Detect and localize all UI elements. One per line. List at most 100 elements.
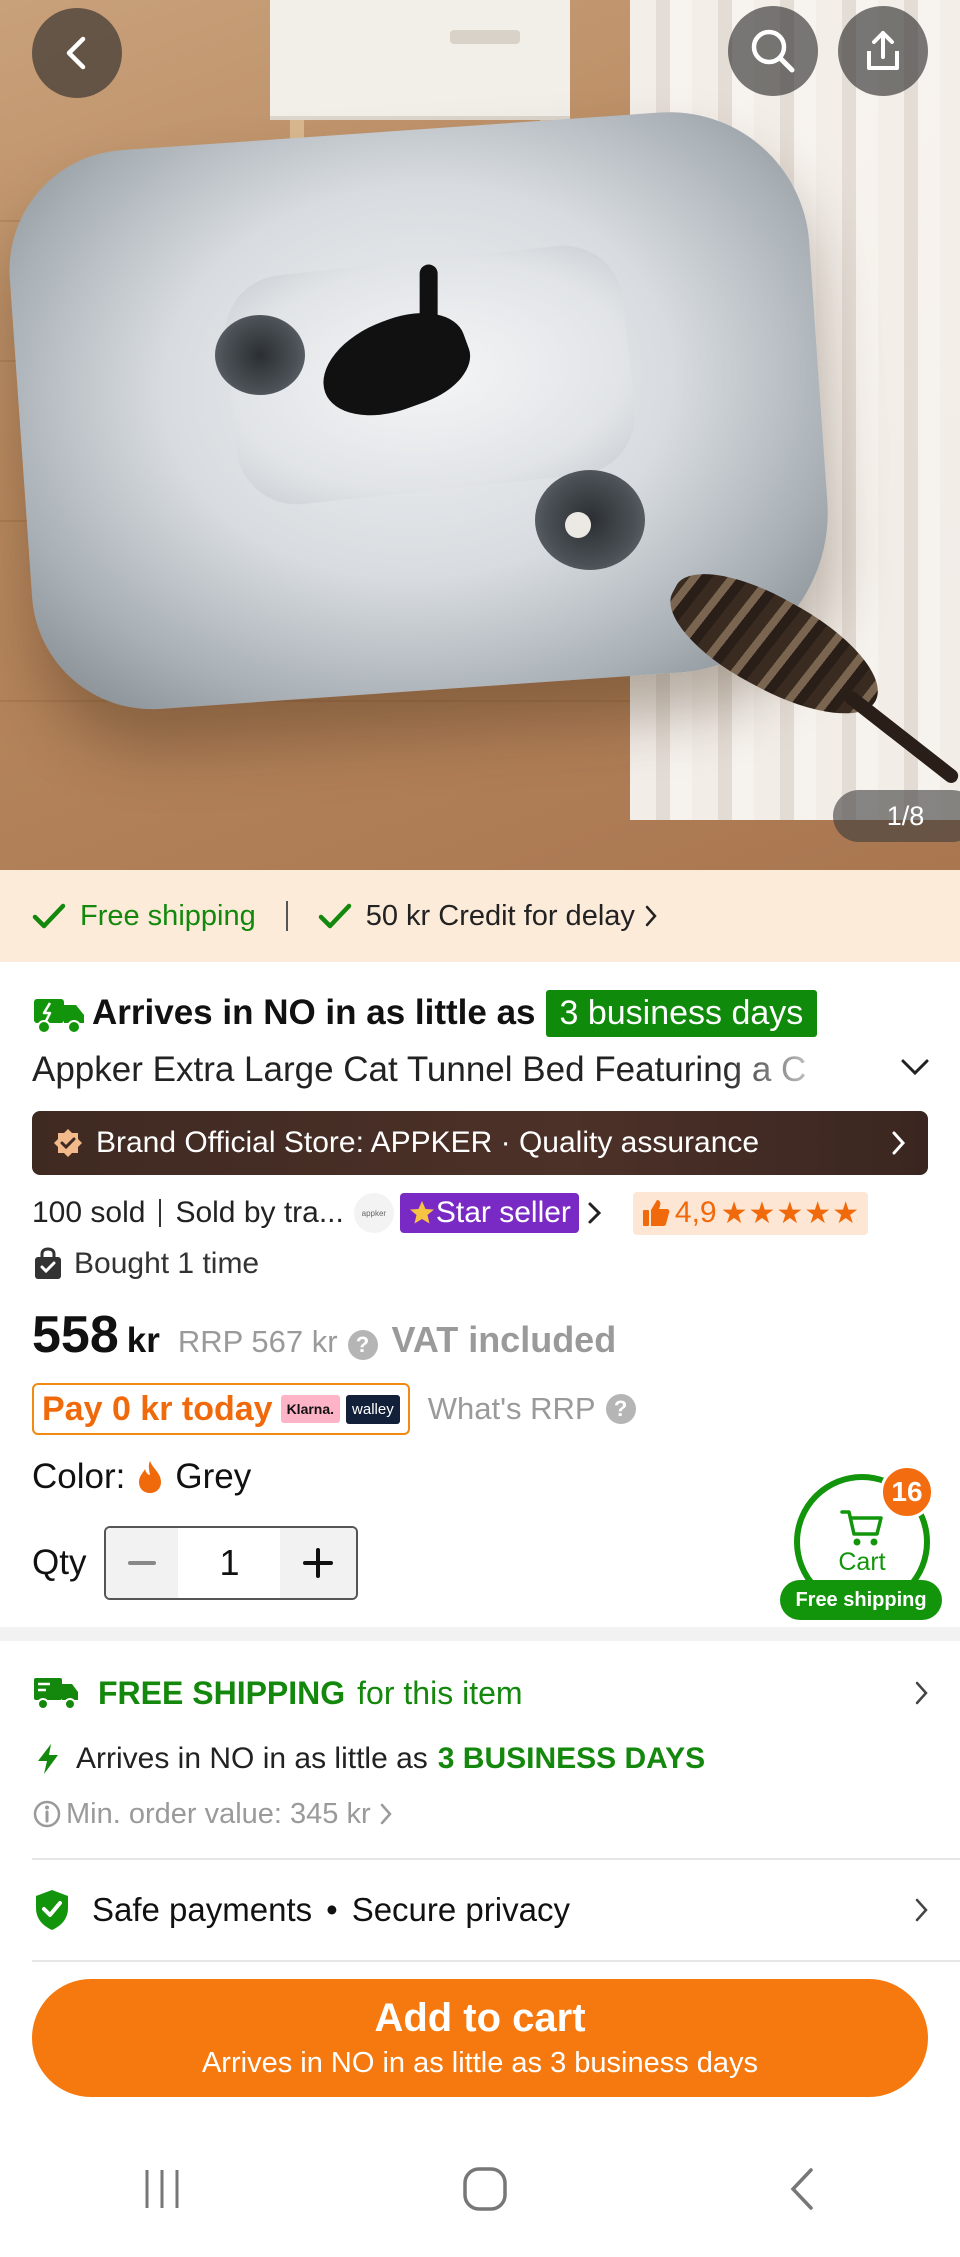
arrival-estimate-row: Arrives in NO in as little as 3 BUSINESS… xyxy=(32,1735,705,1783)
tunnel-hole xyxy=(215,315,305,395)
walley-logo: walley xyxy=(346,1394,400,1424)
divider xyxy=(159,1199,162,1227)
background-cabinet xyxy=(270,0,570,120)
vat-label: VAT included xyxy=(391,1319,617,1360)
min-order-text: Min. order value: 345 kr xyxy=(66,1797,371,1830)
recents-icon[interactable] xyxy=(137,2166,187,2212)
quantity-stepper[interactable]: 1 xyxy=(104,1526,359,1600)
color-row[interactable]: Color: Grey xyxy=(32,1452,251,1502)
chevron-left-icon xyxy=(66,36,86,70)
star-icon xyxy=(409,1201,434,1224)
chevron-right-icon xyxy=(915,1898,928,1922)
arrival-text: Arrives in NO in as little as xyxy=(92,993,536,1032)
back-button[interactable] xyxy=(32,8,122,98)
seller-meta-row: 100 sold Sold by tra... appker Star sell… xyxy=(32,1188,932,1238)
sold-by-link[interactable]: Sold by tra... xyxy=(175,1196,343,1230)
add-to-cart-label: Add to cart xyxy=(374,1996,586,2040)
cart-count-badge: 16 xyxy=(880,1465,934,1519)
chevron-right-icon xyxy=(915,1681,928,1705)
free-shipping-row[interactable]: FREE SHIPPING for this item xyxy=(32,1665,932,1721)
divider xyxy=(285,901,288,931)
min-order-row[interactable]: Min. order value: 345 kr xyxy=(32,1792,395,1836)
home-icon[interactable] xyxy=(460,2164,510,2214)
product-title-row[interactable]: Appker Extra Large Cat Tunnel Bed Featur… xyxy=(32,1045,932,1095)
color-label: Color: xyxy=(32,1457,126,1496)
search-icon xyxy=(751,29,795,73)
rrp-price: RRP 567 kr xyxy=(177,1324,338,1359)
image-counter: 1/8 xyxy=(833,790,960,842)
free-shipping-label: Free shipping xyxy=(80,899,256,932)
add-to-cart-sublabel: Arrives in NO in as little as 3 business… xyxy=(201,2047,759,2079)
divider xyxy=(32,1858,960,1860)
check-icon xyxy=(32,903,66,929)
fast-delivery-truck-icon xyxy=(34,999,84,1034)
pay-later-text: Pay 0 kr today xyxy=(42,1389,273,1428)
chevron-right-icon xyxy=(892,1131,906,1155)
free-shipping-title: FREE SHIPPING xyxy=(98,1674,346,1711)
decrement-button[interactable] xyxy=(106,1528,179,1598)
lightning-icon xyxy=(38,1744,58,1774)
quantity-row: Qty 1 xyxy=(32,1525,359,1601)
product-title: Appker Extra Large Cat Tunnel Bed Featur… xyxy=(32,1050,807,1089)
safe-payments-label: Safe payments xyxy=(92,1891,313,1928)
share-button[interactable] xyxy=(838,6,928,96)
chevron-right-icon xyxy=(588,1202,602,1224)
bought-count-row: Bought 1 time xyxy=(32,1242,259,1286)
bought-text: Bought 1 time xyxy=(74,1247,260,1280)
rating-value: 4,9 xyxy=(674,1196,717,1229)
arrival-banner: Arrives in NO in as little as 3 business… xyxy=(32,985,818,1041)
thumbs-up-icon xyxy=(642,1200,670,1226)
shopping-bag-icon xyxy=(35,1247,61,1279)
star-seller-badge[interactable]: Star seller xyxy=(399,1193,579,1233)
chevron-right-icon xyxy=(380,1803,392,1825)
quantity-value: 1 xyxy=(178,1528,281,1598)
cart-label: Cart xyxy=(838,1547,886,1576)
pay-later-badge[interactable]: Pay 0 kr today Klarna. walley xyxy=(32,1383,410,1435)
back-icon[interactable] xyxy=(783,2164,823,2214)
secure-privacy-label: Secure privacy xyxy=(351,1891,570,1928)
plus-icon xyxy=(303,1548,334,1578)
check-icon xyxy=(318,903,351,929)
share-icon xyxy=(867,31,899,70)
toy-ball xyxy=(565,512,591,538)
rating-stars: ★★★★★ xyxy=(720,1196,861,1230)
system-navigation-bar xyxy=(0,2120,960,2257)
rating-badge[interactable]: 4,9 ★★★★★ xyxy=(632,1191,869,1235)
safe-payments-row[interactable]: Safe payments • Secure privacy xyxy=(32,1880,932,1940)
color-value: Grey xyxy=(175,1457,252,1496)
chevron-right-icon xyxy=(645,905,657,927)
brand-official-store-bar[interactable]: Brand Official Store: APPKER · Quality a… xyxy=(32,1111,928,1175)
arrival-estimate-days: 3 BUSINESS DAYS xyxy=(437,1742,706,1775)
qty-label: Qty xyxy=(32,1543,87,1582)
pay-later-row: Pay 0 kr today Klarna. walley What's RRP… xyxy=(32,1383,636,1435)
question-icon[interactable]: ? xyxy=(347,1330,378,1360)
divider xyxy=(32,1960,960,1962)
flame-icon xyxy=(139,1461,162,1493)
add-to-cart-button[interactable]: Add to cart Arrives in NO in as little a… xyxy=(32,1979,928,2097)
arrival-estimate-text: Arrives in NO in as little as xyxy=(76,1742,428,1775)
cart-icon xyxy=(840,1509,883,1545)
verified-badge-icon xyxy=(54,1129,82,1157)
section-divider xyxy=(0,1627,960,1641)
cart-free-shipping-pill: Free shipping xyxy=(780,1580,942,1620)
search-button[interactable] xyxy=(728,6,818,96)
price-currency: kr xyxy=(126,1321,160,1360)
shipping-promo-strip[interactable]: Free shipping 50 kr Credit for delay xyxy=(0,870,960,962)
increment-button[interactable] xyxy=(280,1528,357,1598)
whats-rrp-link[interactable]: What's RRP ? xyxy=(428,1391,636,1427)
product-image-gallery[interactable]: 1/8 xyxy=(0,0,960,870)
price-amount: 558 xyxy=(32,1306,119,1364)
chevron-down-icon[interactable] xyxy=(898,1055,932,1079)
minus-icon xyxy=(128,1561,157,1565)
free-shipping-suffix: for this item xyxy=(357,1674,523,1711)
klarna-logo: Klarna. xyxy=(280,1395,341,1423)
arrival-days-badge: 3 business days xyxy=(545,989,818,1037)
separator-dot: • xyxy=(326,1891,338,1928)
delivery-truck-icon xyxy=(34,1678,78,1710)
info-icon xyxy=(33,1800,61,1828)
seller-logo: appker xyxy=(353,1193,394,1233)
credit-for-delay-label[interactable]: 50 kr Credit for delay xyxy=(366,900,635,933)
question-icon: ? xyxy=(605,1394,636,1424)
brand-store-text: Brand Official Store: APPKER · Quality a… xyxy=(96,1126,760,1159)
sold-count: 100 sold xyxy=(32,1196,146,1229)
